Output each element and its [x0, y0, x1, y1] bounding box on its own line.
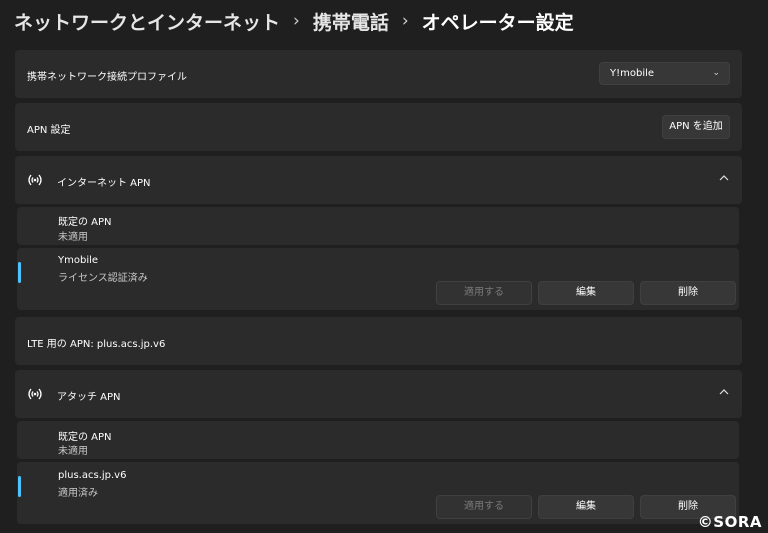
internet-apn-title: インターネット APN: [57, 178, 151, 189]
lte-apn-label: LTE 用の APN: plus.acs.jp.v6: [27, 339, 166, 350]
internet-apn-entry-name: Ymobile: [58, 255, 99, 266]
profile-label: 携帯ネットワーク接続プロファイル: [27, 72, 187, 83]
attach-apn-title: アタッチ APN: [57, 392, 121, 403]
chevron-up-icon[interactable]: [718, 387, 730, 397]
breadcrumb-separator: ›: [293, 11, 300, 31]
chevron-down-icon: ⌄: [712, 68, 720, 78]
internet-apn-entry: Ymobile ライセンス認証済み 適用する 編集 削除: [17, 248, 739, 310]
breadcrumb: ネットワークとインターネット › 携帯電話 › オペレーター設定: [14, 6, 574, 36]
breadcrumb-cellular[interactable]: 携帯電話: [313, 8, 389, 35]
attach-apn-entry-status: 適用済み: [58, 488, 98, 499]
edit-button[interactable]: 編集: [538, 281, 634, 305]
attach-default-apn-row: 既定の APN 未適用: [17, 421, 739, 459]
add-apn-button[interactable]: APN を追加: [662, 115, 730, 139]
attach-default-apn-status: 未適用: [58, 446, 88, 457]
profile-card: 携帯ネットワーク接続プロファイル Y!mobile ⌄: [15, 50, 742, 98]
apply-button[interactable]: 適用する: [436, 495, 532, 519]
attach-apn-entry-name: plus.acs.jp.v6: [58, 470, 127, 481]
breadcrumb-network[interactable]: ネットワークとインターネット: [14, 8, 280, 35]
internet-default-apn-row: 既定の APN 未適用: [17, 207, 739, 245]
apply-button[interactable]: 適用する: [436, 281, 532, 305]
delete-button[interactable]: 削除: [640, 281, 736, 305]
active-indicator: [18, 262, 21, 283]
edit-button[interactable]: 編集: [538, 495, 634, 519]
attach-apn-header[interactable]: アタッチ APN: [15, 370, 742, 418]
internet-default-apn-status: 未適用: [58, 232, 88, 243]
chevron-up-icon[interactable]: [718, 173, 730, 183]
active-indicator: [18, 476, 21, 497]
internet-default-apn-name: 既定の APN: [58, 217, 112, 228]
attach-default-apn-name: 既定の APN: [58, 432, 112, 443]
internet-apn-entry-status: ライセンス認証済み: [58, 273, 148, 284]
lte-apn-card: LTE 用の APN: plus.acs.jp.v6: [15, 317, 742, 365]
internet-apn-header[interactable]: インターネット APN: [15, 156, 742, 204]
apn-settings-card: APN 設定 APN を追加: [15, 103, 742, 151]
page-title: オペレーター設定: [421, 11, 574, 34]
wireless-icon: [28, 388, 42, 400]
profile-dropdown-value: Y!mobile: [610, 68, 655, 79]
attach-apn-entry: plus.acs.jp.v6 適用済み 適用する 編集 削除: [17, 462, 739, 524]
apn-settings-label: APN 設定: [27, 125, 71, 136]
profile-dropdown[interactable]: Y!mobile ⌄: [599, 62, 730, 85]
wireless-icon: [28, 174, 42, 186]
watermark: ©SORA: [697, 513, 762, 531]
breadcrumb-separator: ›: [401, 11, 409, 31]
